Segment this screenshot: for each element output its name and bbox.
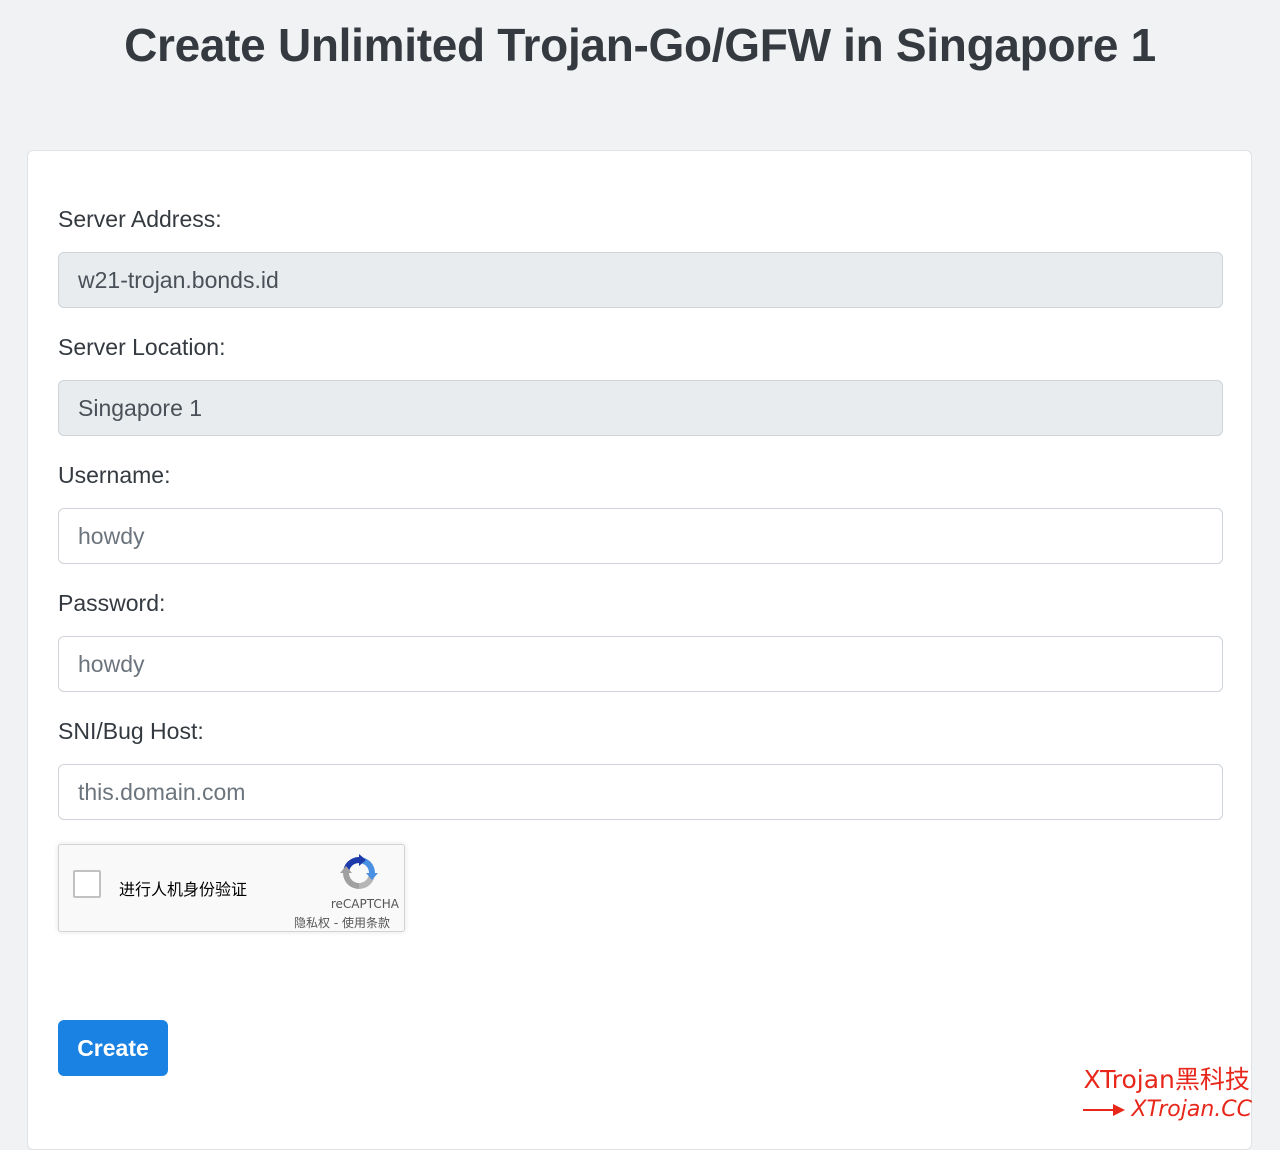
recaptcha-privacy-link[interactable]: 隐私权 [294,916,330,930]
recaptcha-checkbox[interactable] [73,870,101,898]
recaptcha-brand: reCAPTCHA [330,897,399,911]
username-input[interactable] [58,508,1223,564]
sni-bug-host-input[interactable] [58,764,1223,820]
watermark-title: XTrojan黑科技 [1083,1065,1250,1094]
recaptcha-logo-icon [340,854,378,889]
password-input[interactable] [58,636,1223,692]
recaptcha-widget: 进行人机身份验证 reCAPTCHA 隐私权 - 使用条款 [58,844,405,932]
password-label: Password: [58,590,166,616]
sni-bug-host-label: SNI/Bug Host: [58,718,204,744]
watermark-url: XTrojan.CC [1131,1097,1252,1122]
arrow-right-icon [1083,1104,1126,1116]
recaptcha-links-separator: - [330,916,342,930]
recaptcha-terms-link[interactable]: 使用条款 [342,916,390,930]
watermark: XTrojan黑科技 XTrojan.CC [1083,1064,1252,1124]
recaptcha-label: 进行人机身份验证 [119,880,248,899]
page-title: Create Unlimited Trojan-Go/GFW in Singap… [124,19,1156,71]
server-location-label: Server Location: [58,334,226,360]
server-address-field[interactable] [58,252,1223,308]
create-button[interactable]: Create [58,1020,168,1076]
server-address-label: Server Address: [58,206,222,232]
username-label: Username: [58,462,171,488]
recaptcha-links: 隐私权 - 使用条款 [294,914,390,931]
server-location-field[interactable] [58,380,1223,436]
create-account-card: Server Address: Server Location: Usernam… [27,150,1252,1150]
